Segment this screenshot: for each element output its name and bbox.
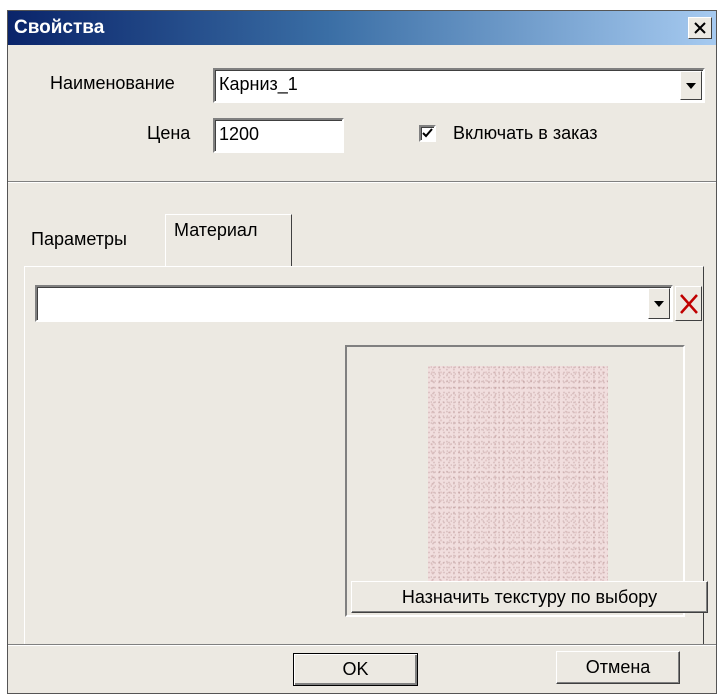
cancel-label: Отмена xyxy=(585,657,651,677)
include-in-order-checkbox[interactable] xyxy=(419,125,436,142)
price-input[interactable]: 1200 xyxy=(213,118,344,153)
title-bar[interactable]: Свойства xyxy=(8,11,716,45)
close-icon xyxy=(694,22,706,34)
tab-parameters-label: Параметры xyxy=(31,229,127,249)
window-title: Свойства xyxy=(14,17,105,38)
assign-texture-label: Назначить текстуру по выбору xyxy=(401,586,658,607)
tab-material-label: Материал xyxy=(174,220,258,240)
texture-swatch xyxy=(428,366,608,595)
chevron-down-icon xyxy=(654,300,664,307)
name-value: Карниз_1 xyxy=(219,74,298,94)
ok-button[interactable]: OK xyxy=(293,653,418,686)
tab-material[interactable]: Материал xyxy=(165,214,292,267)
name-dropdown-button[interactable] xyxy=(680,71,702,100)
delete-material-button[interactable] xyxy=(675,286,702,321)
include-in-order-label: Включать в заказ xyxy=(453,123,598,143)
name-combobox[interactable]: Карниз_1 xyxy=(213,68,705,103)
name-label: Наименование xyxy=(50,73,175,93)
cancel-button[interactable]: Отмена xyxy=(556,651,680,684)
close-button[interactable] xyxy=(688,17,712,39)
footer-separator xyxy=(8,644,716,646)
material-dropdown-button[interactable] xyxy=(648,288,670,319)
assign-texture-button[interactable]: Назначить текстуру по выбору xyxy=(351,581,708,613)
properties-dialog: Свойства Наименование Карниз_1 Цена 1200… xyxy=(7,10,717,694)
ok-label: OK xyxy=(342,659,369,679)
checkmark-icon xyxy=(422,128,433,138)
texture-preview-frame xyxy=(345,345,685,617)
chevron-down-icon xyxy=(686,82,696,89)
price-value: 1200 xyxy=(219,124,260,144)
header-separator xyxy=(8,181,716,183)
price-label: Цена xyxy=(147,123,191,143)
material-combobox[interactable] xyxy=(35,285,673,322)
delete-x-icon xyxy=(679,293,698,314)
tab-parameters[interactable]: Параметры xyxy=(25,227,133,257)
